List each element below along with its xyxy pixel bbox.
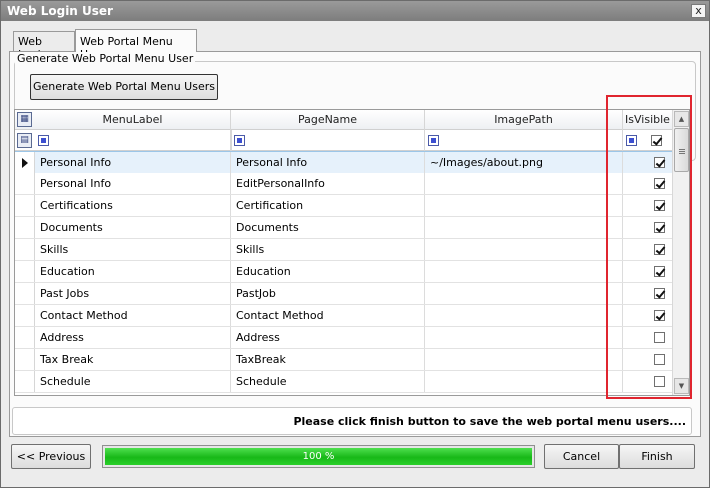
cell-pagename[interactable]: TaxBreak [231, 349, 425, 370]
table-row[interactable]: Past Jobs PastJob [15, 283, 672, 305]
web-login-user-dialog: Web Login User x Web Login Web Portal Me… [0, 0, 710, 488]
cell-pagename[interactable]: Schedule [231, 371, 425, 392]
cell-menulabel[interactable]: Documents [35, 217, 231, 238]
table-row[interactable]: Documents Documents [15, 217, 672, 239]
filter-operator-icon[interactable] [38, 135, 49, 146]
row-selector[interactable] [15, 217, 35, 238]
table-row[interactable]: Certifications Certification [15, 195, 672, 217]
cell-menulabel[interactable]: Tax Break [35, 349, 231, 370]
row-selector[interactable] [15, 195, 35, 216]
filter-operator-icon[interactable] [428, 135, 439, 146]
clear-filter-icon[interactable]: ▤ [17, 133, 32, 148]
current-row-arrow-icon [22, 158, 28, 168]
cell-menulabel[interactable]: Past Jobs [35, 283, 231, 304]
window-title: Web Login User [7, 4, 113, 18]
cell-imagepath[interactable]: ~/Images/about.png [425, 152, 623, 173]
table-row[interactable]: Tax Break TaxBreak [15, 349, 672, 371]
progress-bar: 100 % [102, 445, 535, 468]
cell-pagename[interactable]: Personal Info [231, 152, 425, 173]
table-row[interactable]: Education Education [15, 261, 672, 283]
cell-pagename[interactable]: Documents [231, 217, 425, 238]
cell-pagename[interactable]: Certification [231, 195, 425, 216]
tab-web-portal-menu-user[interactable]: Web Portal Menu User [75, 29, 197, 61]
cell-menulabel[interactable]: Certifications [35, 195, 231, 216]
status-message: Please click finish button to save the w… [293, 415, 686, 428]
cell-menulabel[interactable]: Contact Method [35, 305, 231, 326]
filter-menulabel[interactable] [35, 130, 231, 151]
cell-menulabel[interactable]: Education [35, 261, 231, 282]
cell-imagepath[interactable] [425, 261, 623, 282]
close-button[interactable]: x [691, 4, 706, 18]
cell-pagename[interactable]: Education [231, 261, 425, 282]
row-selector[interactable] [15, 327, 35, 348]
table-row[interactable]: Address Address [15, 327, 672, 349]
cell-imagepath[interactable] [425, 371, 623, 392]
row-selector[interactable] [15, 283, 35, 304]
filter-operator-icon[interactable] [234, 135, 245, 146]
cell-imagepath[interactable] [425, 173, 623, 194]
column-header-menulabel[interactable]: MenuLabel [35, 110, 231, 130]
column-header-imagepath[interactable]: ImagePath [425, 110, 623, 130]
cell-pagename[interactable]: Address [231, 327, 425, 348]
generate-menu-users-button[interactable]: Generate Web Portal Menu Users [30, 74, 218, 100]
tab-web-login[interactable]: Web Login [13, 31, 75, 61]
row-selector[interactable] [15, 305, 35, 326]
table-row[interactable]: Personal Info Personal Info ~/Images/about… [15, 151, 672, 173]
cell-menulabel[interactable]: Personal Info [35, 152, 231, 173]
progress-fill: 100 % [105, 448, 532, 465]
filter-row: ▤ [15, 130, 672, 151]
filter-imagepath[interactable] [425, 130, 623, 151]
cell-pagename[interactable]: PastJob [231, 283, 425, 304]
table-row[interactable]: Schedule Schedule [15, 371, 672, 393]
cell-imagepath[interactable] [425, 327, 623, 348]
finish-button[interactable]: Finish [619, 444, 695, 469]
row-selector[interactable] [15, 152, 35, 173]
title-bar: Web Login User x [1, 1, 709, 21]
cell-imagepath[interactable] [425, 349, 623, 370]
cell-imagepath[interactable] [425, 305, 623, 326]
row-selector[interactable] [15, 261, 35, 282]
table-row[interactable]: Skills Skills [15, 239, 672, 261]
cell-imagepath[interactable] [425, 195, 623, 216]
row-selector[interactable] [15, 239, 35, 260]
table-row[interactable]: Contact Method Contact Method [15, 305, 672, 327]
cell-menulabel[interactable]: Skills [35, 239, 231, 260]
cell-imagepath[interactable] [425, 283, 623, 304]
row-selector[interactable] [15, 173, 35, 194]
message-bar: Please click finish button to save the w… [12, 407, 692, 435]
cell-menulabel[interactable]: Personal Info [35, 173, 231, 194]
cell-pagename[interactable]: Contact Method [231, 305, 425, 326]
row-selector[interactable] [15, 371, 35, 392]
cancel-button[interactable]: Cancel [544, 444, 619, 469]
column-chooser-icon[interactable]: ▦ [17, 112, 32, 127]
column-header-pagename[interactable]: PageName [231, 110, 425, 130]
cell-pagename[interactable]: EditPersonalInfo [231, 173, 425, 194]
grid-header: ▦ MenuLabel PageName ImagePath IsVisible [15, 110, 672, 130]
isvisible-highlight-box [606, 95, 692, 399]
previous-button[interactable]: << Previous [11, 444, 91, 469]
cell-pagename[interactable]: Skills [231, 239, 425, 260]
filter-pagename[interactable] [231, 130, 425, 151]
groupbox-title: Generate Web Portal Menu User [15, 52, 196, 65]
cell-imagepath[interactable] [425, 217, 623, 238]
cell-menulabel[interactable]: Address [35, 327, 231, 348]
table-row[interactable]: Personal Info EditPersonalInfo [15, 173, 672, 195]
cell-imagepath[interactable] [425, 239, 623, 260]
menu-users-grid: ▦ MenuLabel PageName ImagePath IsVisible… [14, 109, 690, 396]
cell-menulabel[interactable]: Schedule [35, 371, 231, 392]
row-selector[interactable] [15, 349, 35, 370]
